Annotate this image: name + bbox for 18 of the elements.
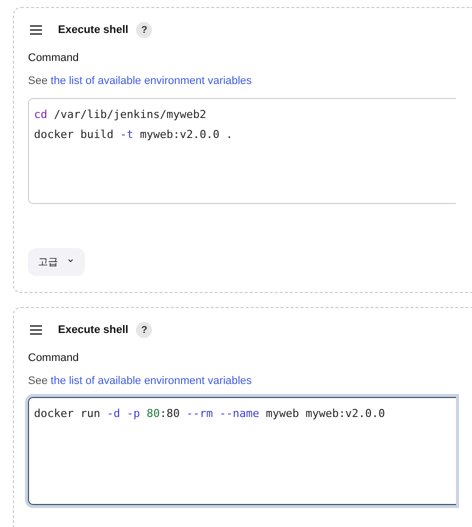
field-label: Command <box>28 351 80 366</box>
env-vars-link[interactable]: the list of available environment variables <box>50 74 252 86</box>
help-button[interactable]: ? <box>136 22 152 38</box>
drag-handle-icon[interactable] <box>30 325 42 335</box>
step-title: Execute shell <box>58 322 128 338</box>
code-editor[interactable]: docker run -d -p 80:80 --rm --name myweb myweb:v2.0.0 <box>28 397 456 505</box>
code-line: docker run -d -p 80:80 --rm --name myweb myweb:v2.0.0 <box>34 406 386 422</box>
step-title: Execute shell <box>58 22 128 38</box>
code-line: cd /var/lib/jenkins/myweb2 <box>34 107 208 123</box>
code-line: docker build -t myweb:v2.0.0 . <box>34 127 234 143</box>
advanced-button[interactable]: 고급 ⌄ <box>28 248 85 276</box>
code-editor[interactable]: cd /var/lib/jenkins/myweb2 docker build -t myweb:v2.0.0 . <box>28 98 456 204</box>
help-button[interactable]: ? <box>136 322 152 338</box>
drag-handle-icon[interactable] <box>30 25 42 35</box>
hint-text: See the list of available environment variables <box>28 74 253 88</box>
env-vars-link[interactable]: the list of available environment variables <box>50 374 252 386</box>
field-label: Command <box>28 51 80 66</box>
hint-text: See the list of available environment variables <box>28 374 253 388</box>
